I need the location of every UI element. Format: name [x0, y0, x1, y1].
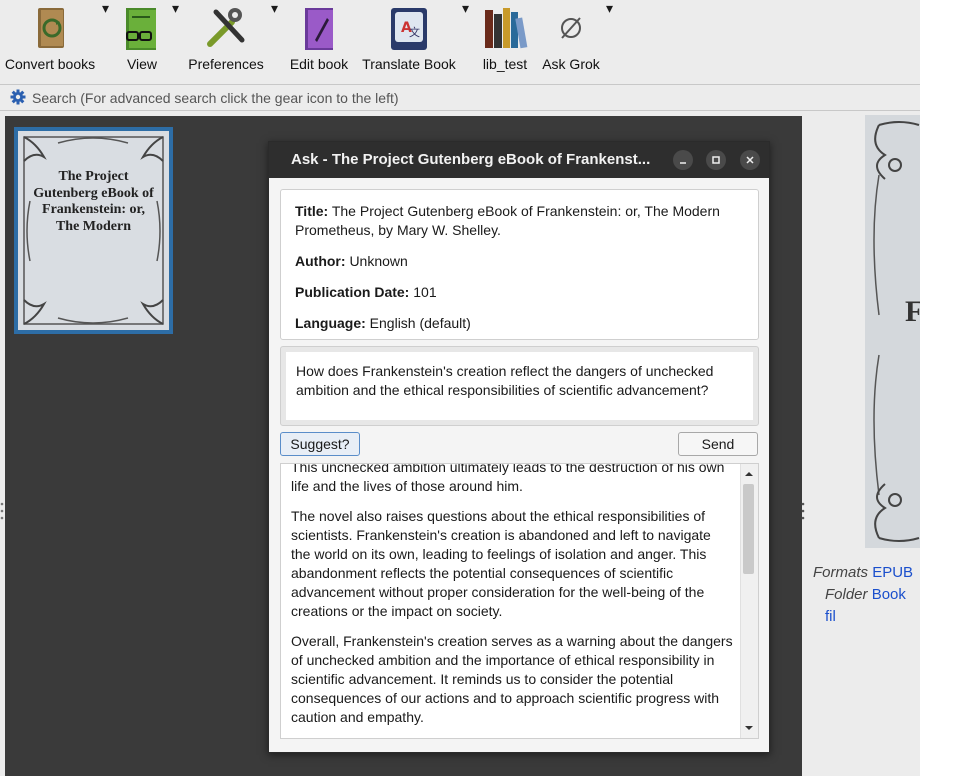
info-title-label: Title: — [295, 203, 329, 219]
dialog-titlebar[interactable]: Ask - The Project Gutenberg eBook of Fra… — [269, 142, 769, 178]
preferences-label: Preferences — [188, 56, 264, 72]
svg-text:文: 文 — [409, 25, 420, 39]
suggest-button[interactable]: Suggest? — [280, 432, 360, 456]
dialog-title: Ask - The Project Gutenberg eBook of Fra… — [291, 151, 651, 168]
edit-book-button[interactable]: Edit book — [286, 0, 352, 84]
main-toolbar: Convert books ▾ View ▾ Preferences ▾ Edi… — [0, 0, 920, 85]
cover-title: The Project Gutenberg eBook of Frankenst… — [33, 169, 154, 234]
view-book-icon — [126, 8, 156, 50]
question-input[interactable]: How does Frankenstein's creation reflect… — [286, 352, 753, 420]
translate-book-label: Translate Book — [362, 56, 456, 72]
book-cover-large: F — [865, 115, 920, 548]
large-cover-title-fragment: F — [905, 295, 920, 328]
left-splitter-handle[interactable] — [0, 500, 4, 522]
scrollbar-thumb[interactable] — [743, 484, 754, 574]
answer-panel[interactable]: This unchecked ambition ultimately leads… — [280, 463, 759, 739]
preferences-tools-icon — [207, 8, 245, 47]
answer-paragraph: This unchecked ambition ultimately leads… — [291, 463, 725, 494]
scroll-down-arrow-icon[interactable] — [743, 722, 755, 734]
ask-grok-icon — [561, 17, 581, 39]
convert-books-icon — [38, 8, 64, 48]
book-metadata: Formats EPUB Folder Book fil — [813, 562, 920, 628]
book-cover-thumbnail[interactable]: The Project Gutenberg eBook of Frankenst… — [14, 127, 173, 334]
answer-paragraph: The novel also raises questions about th… — [291, 508, 711, 619]
view-dropdown-icon[interactable]: ▾ — [172, 0, 179, 84]
info-language-label: Language: — [295, 315, 366, 331]
minimize-button[interactable] — [673, 150, 693, 170]
preferences-dropdown-icon[interactable]: ▾ — [271, 0, 278, 84]
info-author-row: Author: Unknown — [295, 252, 744, 271]
close-button[interactable] — [740, 150, 760, 170]
info-pubdate-label: Publication Date: — [295, 284, 410, 300]
book-info-panel: Title: The Project Gutenberg eBook of Fr… — [280, 189, 759, 340]
answer-scrollbar[interactable] — [740, 464, 758, 738]
convert-books-label: Convert books — [4, 56, 96, 72]
close-icon — [746, 156, 754, 164]
convert-books-dropdown-icon[interactable]: ▾ — [102, 0, 109, 84]
preferences-button[interactable]: Preferences — [188, 0, 264, 84]
info-author-label: Author: — [295, 253, 346, 269]
info-language-value: English (default) — [369, 315, 471, 331]
formats-label: Formats — [813, 564, 869, 581]
info-title-row: Title: The Project Gutenberg eBook of Fr… — [295, 202, 744, 240]
formats-link[interactable]: EPUB — [872, 564, 913, 581]
library-label: lib_test — [482, 56, 528, 72]
info-language-row: Language: English (default) — [295, 314, 744, 333]
right-splitter-handle[interactable] — [801, 500, 805, 522]
translate-dropdown-icon[interactable]: ▾ — [462, 0, 469, 84]
formats-row: Formats EPUB — [813, 562, 920, 584]
search-input[interactable]: Search (For advanced search click the ge… — [32, 90, 399, 106]
folder-label: Folder — [825, 586, 868, 603]
large-cover-ornament — [873, 121, 920, 542]
translate-book-button[interactable]: A 文 Translate Book — [360, 0, 458, 84]
gear-icon[interactable] — [10, 89, 26, 105]
maximize-button[interactable] — [706, 150, 726, 170]
ask-dialog: Ask - The Project Gutenberg eBook of Fra… — [268, 141, 770, 753]
info-pubdate-row: Publication Date: 101 — [295, 283, 744, 302]
ask-grok-button[interactable]: Ask Grok — [540, 0, 602, 84]
info-title-value: The Project Gutenberg eBook of Frankenst… — [295, 203, 720, 238]
convert-books-button[interactable]: Convert books — [4, 0, 96, 84]
view-button[interactable]: View — [116, 0, 168, 84]
cover-image: The Project Gutenberg eBook of Frankenst… — [18, 131, 169, 330]
folder-row: Folder Book fil — [813, 584, 920, 628]
minimize-icon — [680, 162, 686, 164]
answer-text: This unchecked ambition ultimately leads… — [291, 463, 733, 738]
question-text[interactable]: How does Frankenstein's creation reflect… — [296, 362, 746, 400]
send-button[interactable]: Send — [678, 432, 758, 456]
translate-book-icon: A 文 — [391, 8, 427, 50]
calibre-window: Convert books ▾ View ▾ Preferences ▾ Edi… — [0, 0, 920, 776]
info-pubdate-value: 101 — [413, 284, 437, 300]
search-bar[interactable]: Search (For advanced search click the ge… — [0, 85, 920, 111]
ask-grok-dropdown-icon[interactable]: ▾ — [606, 0, 613, 84]
ask-grok-label: Ask Grok — [542, 56, 600, 72]
answer-paragraph: Overall, Frankenstein's creation serves … — [291, 633, 733, 725]
library-icon — [485, 8, 528, 49]
scroll-up-arrow-icon[interactable] — [743, 468, 755, 480]
edit-book-label: Edit book — [289, 56, 349, 72]
view-label: View — [126, 56, 158, 72]
info-author-value: Unknown — [349, 253, 408, 269]
edit-book-icon — [305, 8, 333, 50]
maximize-icon — [712, 156, 720, 164]
library-button[interactable]: lib_test — [478, 0, 532, 84]
question-input-frame: How does Frankenstein's creation reflect… — [280, 346, 759, 426]
